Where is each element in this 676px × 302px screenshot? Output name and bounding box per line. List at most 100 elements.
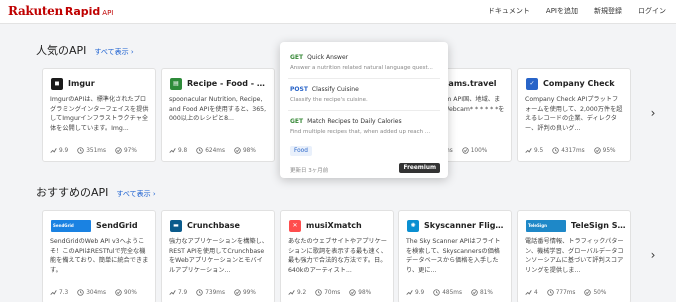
clock-icon xyxy=(552,146,559,156)
popularity-score: 9.8 xyxy=(178,148,188,154)
api-logo-icon: ▬ xyxy=(170,219,182,232)
popularity-score: 4 xyxy=(534,290,538,296)
endpoint-name: Match Recipes to Daily Calories xyxy=(307,118,402,125)
endpoint-desc: Find multiple recipes that, when added u… xyxy=(290,129,431,135)
check-icon xyxy=(462,146,469,156)
card-header: ✓ Company Check xyxy=(526,77,626,90)
api-card[interactable]: ✓ Company Check Company Check APIプラットフォームを… xyxy=(517,68,631,162)
api-card[interactable]: ▤ Recipe - Food - Nutrition spoonacular Nu… xyxy=(161,68,275,162)
popular-section-header: 人気のAPI すべて表示 › xyxy=(36,42,134,58)
check-icon xyxy=(115,288,122,298)
check-icon xyxy=(234,288,241,298)
api-card[interactable]: ✕ musiXmatch あなたのウェブサイトやアプリケーションに歌詞を表示する最も… xyxy=(280,210,394,302)
api-name: Company Check xyxy=(543,79,615,88)
check-icon xyxy=(115,146,122,156)
latency-value: 4317ms xyxy=(561,148,585,154)
latency-stat: 304ms xyxy=(77,288,106,298)
success-rate: 97% xyxy=(123,148,137,154)
api-stats: 9.8 624ms 98% xyxy=(169,146,270,156)
success-stat: 100% xyxy=(462,146,487,156)
api-description: 強力なアプリケーションを構築し、REST APIを使用してCrunchbaseを… xyxy=(169,238,268,274)
trend-icon xyxy=(50,289,57,298)
latency-value: 70ms xyxy=(324,290,341,296)
trend-icon xyxy=(169,147,176,156)
clock-icon xyxy=(433,288,440,298)
success-rate: 90% xyxy=(123,290,137,296)
card-header: ▤ Recipe - Food - Nutrition xyxy=(170,77,270,90)
clock-icon xyxy=(77,288,84,298)
updated-label: 更新日 3ヶ月前 xyxy=(290,168,329,174)
nav-signup[interactable]: 新規登録 xyxy=(594,6,622,16)
card-header: ✕ musiXmatch xyxy=(289,219,389,232)
api-card[interactable]: SendGrid SendGrid SendGridのWeb API v3へようこそ… xyxy=(42,210,156,302)
trend-icon xyxy=(525,147,532,156)
api-name: TeleSign Score xyxy=(571,221,626,230)
popularity-score: 7.9 xyxy=(178,290,188,296)
api-stats: 9.2 70ms 98% xyxy=(288,288,389,298)
success-stat: 95% xyxy=(593,146,616,156)
trend-icon xyxy=(169,289,176,298)
api-card[interactable]: ◼ Imgur ImgurのAPIは、標準化されたプログラミングインターフェイスを提… xyxy=(42,68,156,162)
success-rate: 95% xyxy=(602,148,616,154)
endpoint-desc: Answer a nutrition related natural langu… xyxy=(290,65,433,71)
success-rate: 98% xyxy=(242,148,256,154)
recommended-section-header: おすすめのAPI すべて表示 › xyxy=(36,184,156,200)
endpoint-item[interactable]: GET Quick Answer Answer a nutrition rela… xyxy=(290,54,440,71)
category-tag[interactable]: Food xyxy=(290,146,312,156)
check-icon xyxy=(349,288,356,298)
popover-divider xyxy=(288,110,440,111)
api-logo-icon: ▤ xyxy=(170,77,182,90)
popularity-stat: 9.9 xyxy=(406,289,424,298)
latency-stat: 739ms xyxy=(196,288,225,298)
api-card[interactable]: TeleSign TeleSign Score 電話番号情報、トラフィックパターン、… xyxy=(517,210,631,302)
card-header: SendGrid SendGrid xyxy=(51,219,151,232)
api-stats: 7.9 739ms 99% xyxy=(169,288,270,298)
api-name: SendGrid xyxy=(96,221,138,230)
pricing-badge: Freemium xyxy=(399,163,440,173)
latency-value: 739ms xyxy=(205,290,225,296)
api-stats: 4 777ms 50% xyxy=(525,288,626,298)
api-logo-icon: SendGrid xyxy=(51,219,91,232)
endpoint-item[interactable]: GET Match Recipes to Daily Calories Find… xyxy=(290,118,440,135)
api-description: ImgurのAPIは、標準化されたプログラミングインターフェイスを提供してImg… xyxy=(50,96,149,132)
api-name: Imgur xyxy=(68,79,95,88)
popular-next-arrow-icon[interactable]: › xyxy=(648,106,658,120)
recommended-see-all-link[interactable]: すべて表示 › xyxy=(116,189,155,199)
latency-stat: 485ms xyxy=(433,288,462,298)
nav-login[interactable]: ログイン xyxy=(638,6,666,16)
api-card[interactable]: ✺ Skyscanner Flight Search The Sky Scanner… xyxy=(398,210,512,302)
rakuten-rapid-logo[interactable]: Rakuten Rapid API xyxy=(8,4,113,20)
latency-stat: 70ms xyxy=(315,288,341,298)
latency-stat: 624ms xyxy=(196,146,225,156)
success-stat: 81% xyxy=(471,288,493,298)
api-stats: 9.9 351ms 97% xyxy=(50,146,151,156)
popularity-stat: 9.5 xyxy=(525,147,543,156)
popularity-stat: 7.3 xyxy=(50,289,68,298)
popular-see-all-link[interactable]: すべて表示 › xyxy=(94,47,133,57)
popularity-stat: 9.2 xyxy=(288,289,306,298)
nav-add-api[interactable]: APIを追加 xyxy=(546,6,578,16)
api-card[interactable]: ▬ Crunchbase 強力なアプリケーションを構築し、REST APIを使用して… xyxy=(161,210,275,302)
clock-icon xyxy=(547,288,554,298)
latency-value: 624ms xyxy=(205,148,225,154)
top-nav: ドキュメント APIを追加 新規登録 ログイン xyxy=(488,6,666,16)
endpoint-desc: Classify the recipe's cuisine. xyxy=(290,97,368,103)
recipe-endpoints-popover: GET Quick Answer Answer a nutrition rela… xyxy=(280,42,448,178)
logo-suffix: API xyxy=(102,9,114,17)
nav-documents[interactable]: ドキュメント xyxy=(488,6,530,16)
success-stat: 99% xyxy=(234,288,256,298)
clock-icon xyxy=(315,288,322,298)
success-rate: 98% xyxy=(358,290,372,296)
latency-value: 351ms xyxy=(86,148,106,154)
recommended-next-arrow-icon[interactable]: › xyxy=(648,248,658,262)
logo-brand: Rakuten xyxy=(8,4,63,18)
popularity-score: 9.2 xyxy=(297,290,307,296)
endpoint-method: POST xyxy=(290,86,308,93)
api-name: Skyscanner Flight Search xyxy=(424,221,507,230)
api-stats: 9.9 485ms 81% xyxy=(406,288,507,298)
api-stats: 7.3 304ms 90% xyxy=(50,288,151,298)
popular-title: 人気のAPI xyxy=(36,44,87,57)
endpoint-item[interactable]: POST Classify Cuisine Classify the recip… xyxy=(290,86,440,103)
api-description: Company Check APIプラットフォームを使用して、2,000万件を超… xyxy=(525,96,623,132)
popularity-stat: 9.9 xyxy=(50,147,68,156)
